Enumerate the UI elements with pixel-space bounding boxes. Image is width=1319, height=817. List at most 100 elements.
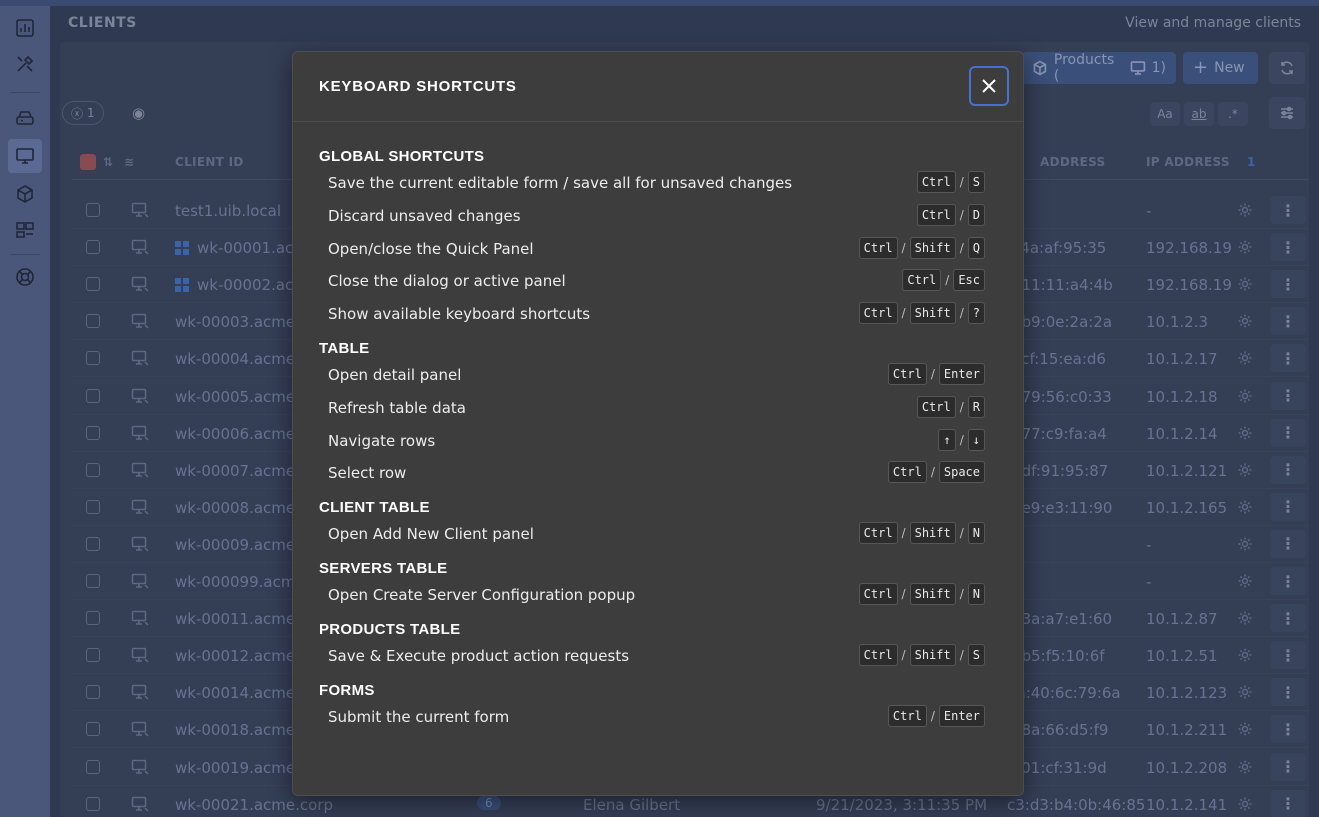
row-menu-button[interactable]: ⋮ — [1270, 344, 1306, 373]
row-menu-button[interactable]: ⋮ — [1270, 641, 1306, 670]
clients-icon[interactable] — [8, 139, 42, 173]
ip-address: 192.168.19 — [1146, 239, 1232, 258]
key-separator: / — [901, 526, 906, 541]
row-checkbox[interactable] — [86, 499, 100, 514]
row-checkbox[interactable] — [86, 203, 100, 217]
row-checkbox[interactable] — [86, 240, 100, 255]
row-menu-button[interactable]: ⋮ — [1270, 455, 1306, 484]
row-menu-button[interactable]: ⋮ — [1270, 567, 1306, 595]
gear-icon[interactable] — [1237, 610, 1253, 626]
row-checkbox[interactable] — [86, 462, 100, 477]
close-button[interactable] — [969, 66, 1009, 106]
gear-icon[interactable] — [1237, 462, 1253, 478]
products-button[interactable]: Products ( 1) — [1022, 52, 1176, 84]
gear-icon[interactable] — [1237, 425, 1253, 441]
dashboard-icon[interactable] — [13, 16, 37, 40]
refresh-button[interactable] — [1269, 52, 1305, 84]
gear-icon[interactable] — [1237, 388, 1253, 404]
row-checkbox[interactable] — [86, 314, 100, 329]
client-monitor-icon — [131, 573, 149, 589]
gear-icon[interactable] — [1237, 499, 1253, 515]
filter-count-pill[interactable]: ⓧ 1 — [62, 101, 104, 125]
row-menu-button[interactable]: ⋮ — [1270, 270, 1306, 299]
row-checkbox[interactable] — [86, 685, 100, 700]
row-checkbox[interactable] — [86, 536, 100, 551]
hosts-icon[interactable] — [13, 218, 37, 242]
column-header-ip[interactable]: IP ADDRESS — [1146, 155, 1230, 169]
gear-icon[interactable] — [1237, 276, 1253, 292]
gear-icon[interactable] — [1237, 721, 1253, 737]
key-separator: / — [959, 587, 964, 601]
row-menu-button[interactable]: ⋮ — [1270, 307, 1306, 336]
user-name: Elena Gilbert — [583, 795, 681, 814]
gear-icon[interactable] — [1237, 239, 1253, 255]
shortcut-description: Open/close the Quick Panel — [328, 239, 534, 258]
visibility-toggle[interactable]: ◉ — [124, 101, 153, 125]
dialog-header: KEYBOARD SHORTCUTS — [293, 52, 1023, 122]
products-icon[interactable] — [13, 182, 37, 206]
row-checkbox[interactable] — [86, 796, 100, 811]
row-menu-button[interactable]: ⋮ — [1270, 418, 1306, 447]
regex-toggle[interactable]: .* — [1218, 102, 1248, 126]
clear-filter-icon: ⓧ — [71, 106, 84, 121]
products-label: Products ( — [1053, 52, 1115, 84]
row-menu-button[interactable]: ⋮ — [1270, 196, 1306, 224]
whole-word-toggle[interactable]: ab — [1184, 102, 1214, 126]
ip-address: 10.1.2.208 — [1146, 758, 1228, 777]
gear-icon[interactable] — [1237, 759, 1253, 775]
gear-icon[interactable] — [1237, 313, 1253, 329]
row-checkbox[interactable] — [86, 722, 100, 737]
key-cap: Space — [938, 461, 985, 484]
case-sensitive-toggle[interactable]: Aa — [1150, 102, 1180, 126]
key-cap: ↑ — [938, 428, 956, 451]
row-checkbox[interactable] — [86, 425, 100, 440]
support-icon[interactable] — [13, 265, 37, 289]
column-header-client-id[interactable]: CLIENT ID — [175, 155, 244, 169]
row-menu-button[interactable]: ⋮ — [1270, 715, 1306, 744]
sidebar-divider — [10, 254, 40, 255]
gear-icon[interactable] — [1237, 684, 1253, 700]
key-cap: Shift — [909, 236, 956, 259]
tools-icon[interactable] — [13, 52, 37, 76]
ip-address: 10.1.2.51 — [1146, 647, 1218, 666]
row-menu-button[interactable]: ⋮ — [1270, 381, 1306, 410]
row-checkbox[interactable] — [86, 351, 100, 366]
key-cap: Esc — [953, 269, 985, 292]
column-settings-button[interactable] — [1269, 97, 1305, 129]
key-cap: Ctrl — [858, 302, 898, 325]
gear-icon[interactable] — [1237, 350, 1253, 366]
sort-icon[interactable]: ⇅ — [103, 155, 113, 169]
shortcut-row: Navigate rows ↑ / ↓ — [328, 428, 985, 453]
row-menu-button[interactable]: ⋮ — [1270, 233, 1306, 262]
row-checkbox[interactable] — [86, 611, 100, 626]
new-button[interactable]: + New — [1183, 52, 1258, 84]
row-menu-button[interactable]: ⋮ — [1270, 789, 1306, 817]
row-checkbox[interactable] — [86, 648, 100, 663]
select-all-checkbox[interactable] — [80, 154, 96, 170]
row-menu-button[interactable]: ⋮ — [1270, 529, 1306, 558]
gear-icon[interactable] — [1237, 647, 1253, 663]
shortcut-keys: Ctrl / Shift / Q — [858, 236, 985, 259]
client-id: wk-00021.acme.corp — [175, 795, 334, 814]
gear-icon[interactable] — [1237, 796, 1253, 812]
row-checkbox[interactable] — [86, 277, 100, 292]
row-checkbox[interactable] — [86, 759, 100, 774]
row-menu-button[interactable]: ⋮ — [1270, 604, 1306, 633]
row-menu-button[interactable]: ⋮ — [1270, 752, 1306, 781]
ip-address: 10.1.2.18 — [1146, 387, 1218, 406]
server-icon[interactable] — [13, 106, 37, 130]
key-cap: R — [967, 395, 985, 418]
row-checkbox[interactable] — [86, 388, 100, 403]
row-menu-button[interactable]: ⋮ — [1270, 492, 1306, 521]
section-title: FORMS — [319, 681, 375, 699]
key-cap: Ctrl — [858, 583, 898, 605]
sliders-icon — [1281, 106, 1293, 120]
column-header-mac[interactable]: ADDRESS — [1040, 155, 1106, 169]
gear-icon[interactable] — [1237, 573, 1253, 589]
row-checkbox[interactable] — [86, 574, 100, 588]
gear-icon[interactable] — [1237, 202, 1253, 218]
row-menu-button[interactable]: ⋮ — [1270, 678, 1306, 707]
keyboard-shortcuts-dialog: KEYBOARD SHORTCUTS GLOBAL SHORTCUTS Save … — [292, 51, 1024, 796]
section-title: SERVERS TABLE — [319, 560, 448, 577]
gear-icon[interactable] — [1237, 536, 1253, 552]
